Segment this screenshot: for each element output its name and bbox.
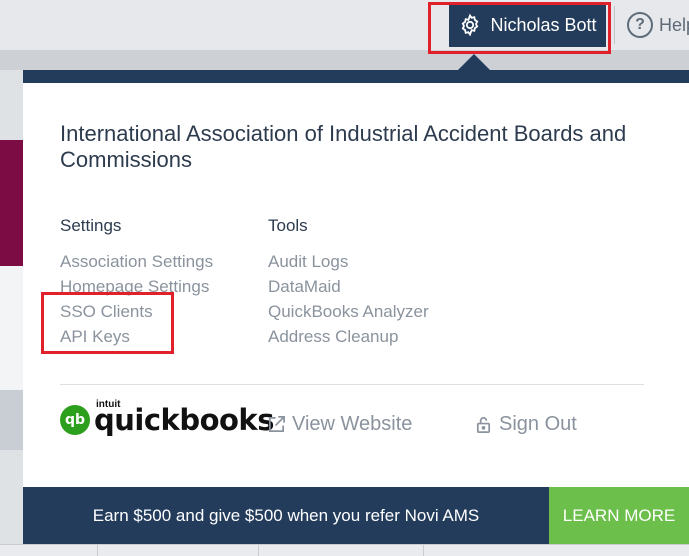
settings-column: Settings Association Settings Homepage S… [60, 216, 213, 349]
background-strip [0, 50, 689, 70]
intuit-label: intuit [96, 398, 121, 410]
menu-item-audit-logs[interactable]: Audit Logs [268, 249, 429, 274]
lock-icon [476, 417, 491, 433]
help-label: Help [659, 14, 689, 35]
question-circle-icon: ? [627, 12, 653, 38]
quickbooks-label: quickbooks [94, 402, 274, 437]
quickbooks-wordmark: intuit quickbooks [94, 399, 274, 437]
table-column-divider [97, 545, 98, 556]
menu-item-association-settings[interactable]: Association Settings [60, 249, 213, 274]
menu-item-homepage-settings[interactable]: Homepage Settings [60, 274, 213, 299]
view-website-link[interactable]: View Website [267, 413, 412, 436]
menu-item-sso-clients[interactable]: SSO Clients [60, 299, 213, 324]
menu-item-address-cleanup[interactable]: Address Cleanup [268, 324, 429, 349]
organization-name: International Association of Industrial … [60, 121, 627, 172]
menu-item-quickbooks-analyzer[interactable]: QuickBooks Analyzer [268, 299, 429, 324]
gear-icon [462, 13, 479, 37]
background-banner [0, 140, 23, 266]
tools-column: Tools Audit Logs DataMaid QuickBooks Ana… [268, 216, 429, 349]
background-content [0, 266, 23, 390]
referral-promo-bar: Earn $500 and give $500 when you refer N… [23, 487, 549, 544]
menu-item-api-keys[interactable]: API Keys [60, 324, 213, 349]
menu-item-datamaid[interactable]: DataMaid [268, 274, 429, 299]
learn-more-label: LEARN MORE [562, 505, 676, 525]
user-name: Nicholas Bott [490, 14, 597, 35]
promo-text: Earn $500 and give $500 when you refer N… [92, 505, 480, 525]
learn-more-button[interactable]: LEARN MORE [549, 487, 689, 544]
sign-out-link[interactable]: Sign Out [474, 413, 577, 436]
tools-heading: Tools [268, 216, 308, 235]
sign-out-label: Sign Out [499, 413, 577, 435]
dropdown-divider [60, 384, 644, 385]
background-row [0, 390, 23, 450]
header-divider [614, 6, 615, 44]
external-link-icon [268, 416, 285, 433]
table-column-divider [423, 545, 424, 556]
user-dropdown-panel: International Association of Industrial … [23, 70, 689, 544]
help-link[interactable]: ? Help [627, 10, 689, 40]
settings-heading: Settings [60, 216, 122, 235]
user-menu-button[interactable]: Nicholas Bott [449, 3, 606, 47]
quickbooks-logo[interactable]: qb intuit quickbooks [60, 399, 274, 437]
view-website-label: View Website [292, 413, 413, 435]
quickbooks-icon: qb [60, 405, 90, 435]
table-column-divider [258, 545, 259, 556]
background-table [0, 544, 689, 556]
